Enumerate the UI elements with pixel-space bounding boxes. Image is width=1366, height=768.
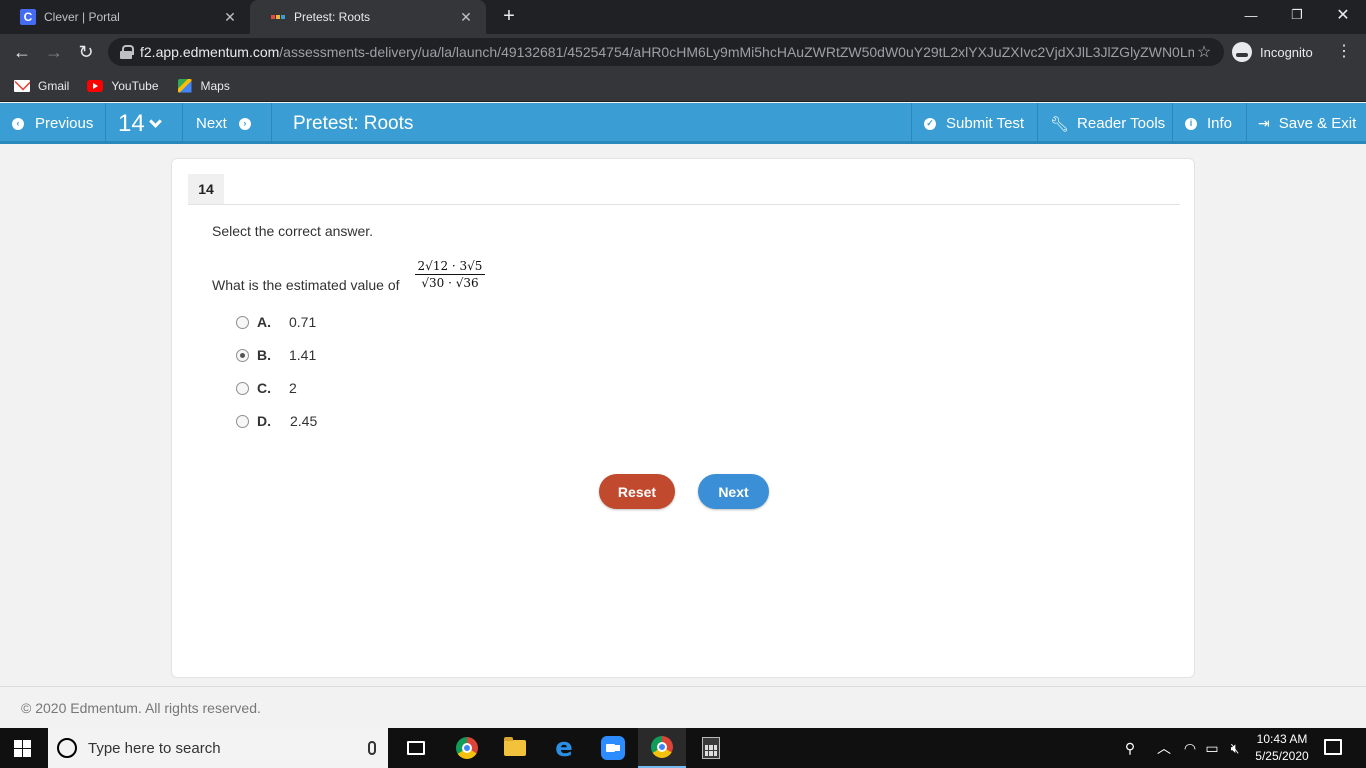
bookmarks-bar: Gmail YouTube Maps (0, 70, 1366, 102)
browser-toolbar: ← → ↻ f2.app.edmentum.com/assessments-de… (0, 34, 1366, 70)
browser-tab-strip: C Clever | Portal ✕ Pretest: Roots ✕ + —… (0, 0, 1366, 34)
tab-pretest-roots[interactable]: Pretest: Roots ✕ (250, 0, 486, 34)
info-button[interactable]: i Info (1185, 103, 1232, 144)
browser-menu-icon[interactable]: ⋮ (1336, 42, 1352, 62)
restore-icon[interactable]: ❐ (1274, 0, 1320, 30)
assessment-header: ‹ Previous 14 Next › Pretest: Roots ✓ Su… (0, 103, 1366, 144)
lock-icon (120, 45, 134, 59)
notifications-icon[interactable] (1324, 739, 1342, 755)
search-placeholder: Type here to search (88, 739, 221, 757)
bookmark-maps[interactable]: Maps (177, 78, 230, 93)
arrow-left-circle-icon: ‹ (12, 117, 24, 130)
task-view-icon (407, 741, 425, 755)
check-circle-icon: ✓ (924, 117, 936, 130)
back-arrow-icon[interactable]: ← (10, 40, 34, 64)
answer-option-d[interactable]: D. 2.45 (236, 411, 317, 431)
incognito-icon (1232, 42, 1252, 62)
taskbar-chrome[interactable] (443, 728, 491, 768)
question-expression: 2√12 · 3√5 √30 · √36 (415, 259, 485, 290)
wifi-icon[interactable]: ◠ (1180, 728, 1200, 768)
forward-arrow-icon[interactable]: → (42, 40, 66, 64)
next-button[interactable]: Next (698, 474, 769, 509)
zoom-icon (601, 736, 625, 760)
expression-denominator: √30 · √36 (421, 276, 479, 290)
submit-test-button[interactable]: ✓ Submit Test (924, 103, 1024, 144)
clever-favicon-icon: C (20, 9, 36, 25)
radio-button[interactable] (236, 315, 249, 329)
reload-icon[interactable]: ↻ (74, 40, 98, 64)
chevron-up-icon[interactable]: ︿ (1154, 728, 1174, 768)
system-clock[interactable]: 10:43 AM 5/25/2020 (1250, 731, 1314, 765)
youtube-icon (87, 79, 104, 93)
taskbar-file-explorer[interactable] (491, 728, 539, 768)
taskbar-calculator[interactable] (687, 728, 735, 768)
close-window-icon[interactable]: ✕ (1320, 0, 1366, 30)
answer-option-a[interactable]: A. 0.71 (236, 312, 316, 332)
radio-button-selected[interactable] (236, 348, 249, 362)
tab-title: Pretest: Roots (294, 10, 371, 24)
microphone-icon[interactable] (368, 741, 376, 755)
people-icon[interactable]: ⚲ (1118, 728, 1142, 768)
answer-option-c[interactable]: C. 2 (236, 378, 297, 398)
chrome-incognito-icon (651, 736, 673, 758)
chrome-icon (456, 737, 478, 759)
sign-out-icon: ⇥ (1258, 115, 1270, 131)
volume-muted-icon[interactable]: 🔇︎ (1224, 728, 1246, 768)
edmentum-favicon-icon (270, 9, 286, 25)
question-instruction: Select the correct answer. (212, 223, 374, 239)
reset-button[interactable]: Reset (599, 474, 675, 509)
question-number-badge: 14 (188, 174, 224, 204)
minimize-icon[interactable]: — (1228, 0, 1274, 30)
answer-option-b[interactable]: B. 1.41 (236, 345, 316, 365)
windows-start-icon[interactable] (14, 740, 31, 757)
tab-title: Clever | Portal (44, 10, 120, 24)
chevron-down-icon (148, 115, 162, 128)
radio-button[interactable] (236, 381, 249, 395)
save-exit-button[interactable]: ⇥ Save & Exit (1258, 103, 1356, 144)
question-card: 14 Select the correct answer. What is th… (171, 158, 1195, 678)
header-next-button[interactable]: Next › (196, 103, 251, 144)
divider (188, 204, 1180, 205)
previous-button[interactable]: ‹ Previous (12, 103, 93, 144)
arrow-right-circle-icon: › (238, 117, 251, 130)
edge-icon: e (555, 733, 573, 763)
windows-taskbar: Type here to search e ⚲ ︿ ◠ ▭ 🔇︎ 10:43 A… (0, 728, 1366, 768)
tab-clever-portal[interactable]: C Clever | Portal ✕ (0, 0, 250, 34)
bookmark-gmail[interactable]: Gmail (14, 79, 69, 93)
question-prompt: What is the estimated value of (212, 277, 400, 293)
info-icon: i (1185, 117, 1197, 130)
maps-icon (177, 78, 193, 93)
taskbar-edge[interactable]: e (540, 728, 588, 768)
clock-date: 5/25/2020 (1255, 749, 1309, 763)
question-number-dropdown[interactable]: 14 (118, 103, 162, 144)
task-view-button[interactable] (392, 728, 440, 768)
taskbar-chrome-incognito[interactable] (638, 728, 686, 768)
new-tab-plus-icon[interactable]: + (498, 6, 520, 28)
wrench-icon: 🔧︎ (1050, 115, 1070, 133)
calculator-icon (702, 737, 720, 759)
gmail-icon (14, 79, 30, 93)
close-tab-icon[interactable]: ✕ (220, 9, 240, 26)
clock-time: 10:43 AM (1256, 732, 1308, 746)
bookmark-youtube[interactable]: YouTube (87, 79, 159, 93)
close-tab-icon[interactable]: ✕ (456, 9, 476, 26)
page-footer: © 2020 Edmentum. All rights reserved. (0, 686, 1366, 728)
taskbar-zoom[interactable] (589, 728, 637, 768)
incognito-label: Incognito (1260, 44, 1313, 60)
radio-button[interactable] (236, 414, 249, 428)
bookmark-star-icon[interactable]: ☆ (1194, 42, 1214, 62)
expression-numerator: 2√12 · 3√5 (415, 259, 485, 275)
address-bar[interactable]: f2.app.edmentum.com/assessments-delivery… (108, 38, 1224, 66)
url-text: f2.app.edmentum.com/assessments-delivery… (140, 44, 1194, 60)
battery-icon[interactable]: ▭ (1202, 728, 1222, 768)
incognito-indicator[interactable]: Incognito (1232, 38, 1313, 66)
reader-tools-button[interactable]: 🔧︎ Reader Tools (1050, 103, 1165, 144)
search-icon (57, 738, 77, 758)
taskbar-search[interactable]: Type here to search (48, 728, 388, 768)
page-title: Pretest: Roots (293, 112, 414, 134)
copyright-text: © 2020 Edmentum. All rights reserved. (21, 700, 261, 716)
folder-icon (504, 737, 526, 756)
